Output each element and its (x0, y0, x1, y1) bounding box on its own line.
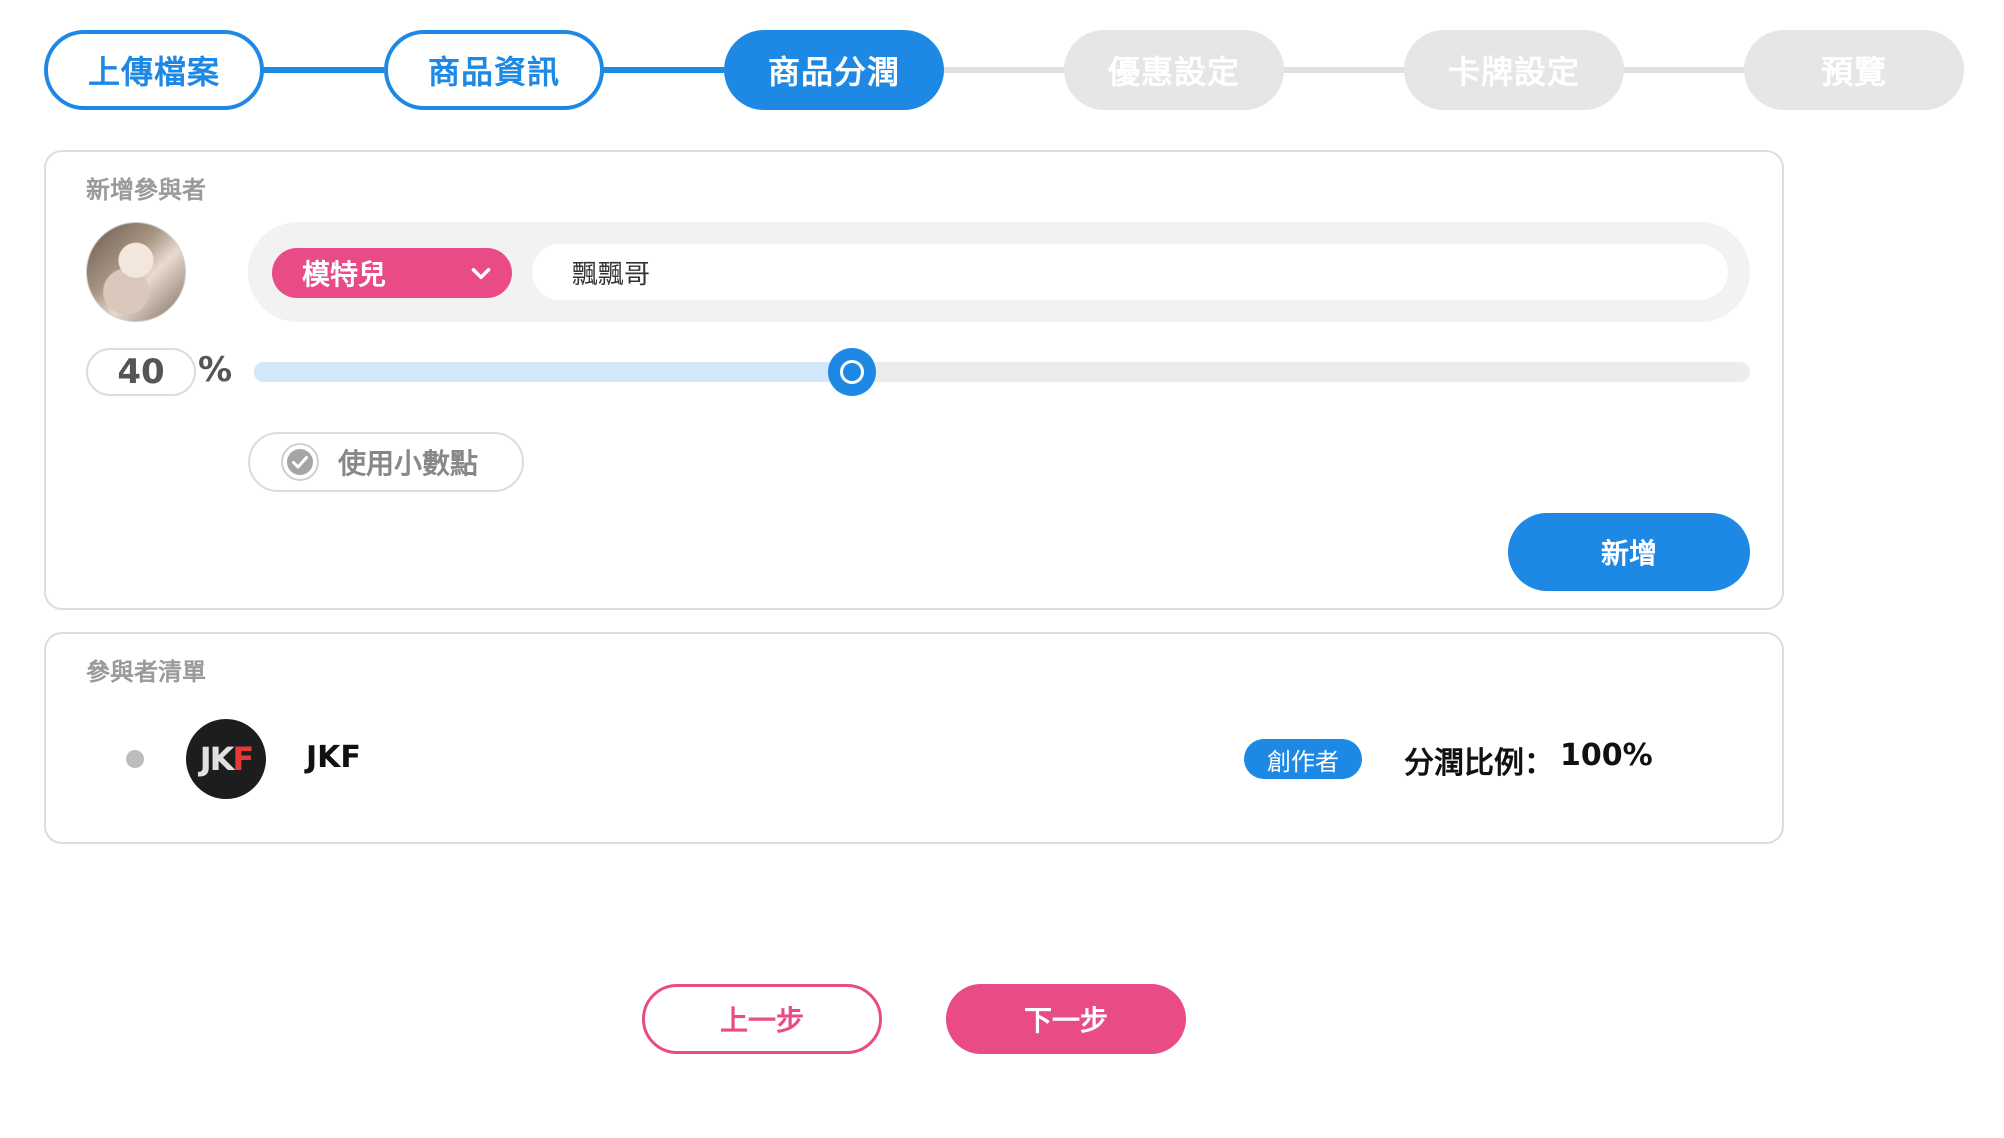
use-decimal-toggle[interactable]: 使用小數點 (248, 432, 524, 492)
participant-name-input[interactable] (532, 244, 1728, 300)
participant-name: JKF (306, 740, 361, 775)
role-select[interactable]: 模特兒 (272, 248, 512, 298)
share-ratio-value: 100% (1560, 738, 1653, 773)
step-card-settings[interactable]: 卡牌設定 (1404, 30, 1624, 110)
share-ratio-label: 分潤比例： (1404, 746, 1554, 781)
step-connector (1264, 67, 1404, 73)
participant-list-card: 參與者清單 JKF JKF 創作者 分潤比例： 100% (44, 632, 1784, 844)
progress-stepper: 上傳檔案 商品資訊 商品分潤 優惠設定 卡牌設定 預覽 (44, 30, 1964, 110)
check-circle-icon (281, 443, 319, 481)
step-connector (584, 67, 724, 73)
step-revenue-share[interactable]: 商品分潤 (724, 30, 944, 110)
step-preview[interactable]: 預覽 (1744, 30, 1964, 110)
list-bullet (126, 750, 144, 768)
add-participant-button[interactable]: 新增 (1508, 513, 1750, 591)
list-item: JKF JKF 創作者 分潤比例： 100% (46, 714, 1786, 804)
add-participant-card: 新增參與者 模特兒 40 % 使用小數點 新增 (44, 150, 1784, 610)
chevron-down-icon (471, 268, 491, 280)
jkf-logo: JKF (186, 719, 266, 799)
use-decimal-label: 使用小數點 (338, 447, 479, 480)
previous-step-button[interactable]: 上一步 (642, 984, 882, 1054)
step-discount-settings[interactable]: 優惠設定 (1064, 30, 1284, 110)
slider-fill (254, 362, 853, 382)
percentage-slider[interactable] (254, 348, 1750, 396)
percentage-input[interactable]: 40 (86, 348, 196, 396)
role-select-value: 模特兒 (302, 258, 387, 291)
step-upload-files[interactable]: 上傳檔案 (44, 30, 264, 110)
revenue-share-page: 上傳檔案 商品資訊 商品分潤 優惠設定 卡牌設定 預覽 新增參與者 模特兒 40… (0, 0, 2004, 1138)
step-connector (1604, 67, 1744, 73)
step-connector (244, 67, 384, 73)
percentage-unit: % (198, 350, 233, 390)
step-product-info[interactable]: 商品資訊 (384, 30, 604, 110)
role-name-row: 模特兒 (248, 222, 1750, 322)
participant-list-title: 參與者清單 (86, 658, 206, 686)
step-connector (924, 67, 1064, 73)
role-badge: 創作者 (1244, 739, 1362, 779)
participant-avatar[interactable] (86, 222, 186, 322)
next-step-button[interactable]: 下一步 (946, 984, 1186, 1054)
slider-thumb[interactable] (828, 348, 877, 396)
add-participant-title: 新增參與者 (86, 176, 206, 204)
